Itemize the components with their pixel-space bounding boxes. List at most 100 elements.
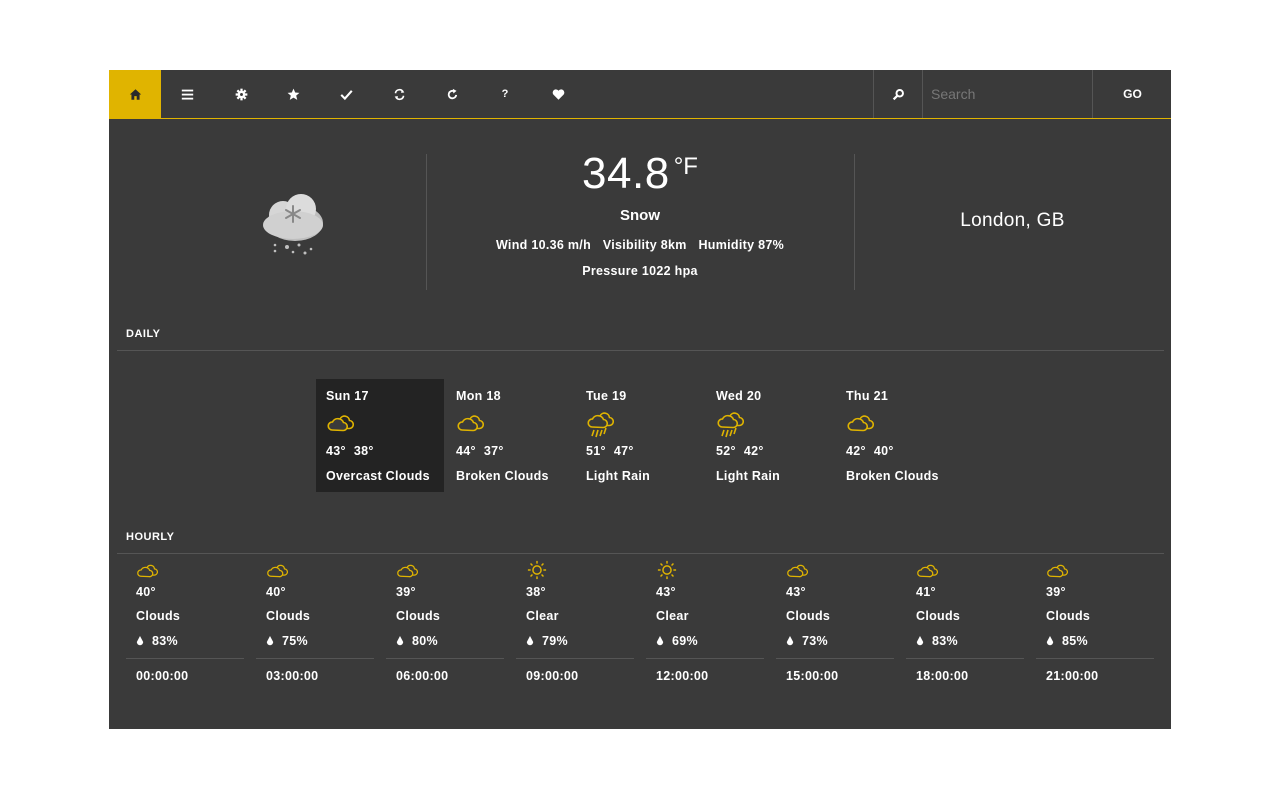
- hour-column: 43° Clear 69% 12:00:00: [646, 560, 764, 683]
- hourly-title: HOURLY: [126, 531, 175, 543]
- nav-refresh-button[interactable]: [373, 70, 425, 118]
- hour-time: 06:00:00: [396, 669, 449, 683]
- day-card[interactable]: Sun 17 43° 38° Overcast Clouds: [316, 379, 444, 492]
- day-high: 42°: [846, 444, 866, 458]
- location: London, GB: [960, 210, 1065, 231]
- day-card[interactable]: Wed 20 52° 42° Light Rain: [706, 379, 834, 492]
- day-low: 42°: [743, 444, 764, 458]
- day-description: Broken Clouds: [456, 469, 549, 483]
- hour-column: 38° Clear 79% 09:00:00: [516, 560, 634, 683]
- hour-time: 12:00:00: [656, 669, 709, 683]
- hour-divider: [256, 658, 374, 659]
- humidity: Humidity 87%: [698, 238, 785, 252]
- sun-icon: [526, 560, 634, 580]
- hour-divider: [776, 658, 894, 659]
- nav-home-button[interactable]: [109, 70, 161, 118]
- hour-temp: 41°: [916, 585, 936, 599]
- hour-temp: 39°: [396, 585, 416, 599]
- nav-favorites-button[interactable]: [267, 70, 319, 118]
- day-high: 44°: [456, 444, 476, 458]
- search-input[interactable]: [922, 70, 1093, 118]
- hour-divider: [646, 658, 764, 659]
- drop-icon: [786, 636, 794, 646]
- go-button[interactable]: GO: [1094, 70, 1171, 118]
- day-description: Light Rain: [716, 469, 781, 483]
- day-description: Light Rain: [586, 469, 651, 483]
- hour-humidity-value: 75%: [282, 634, 308, 648]
- nav-help-button[interactable]: ?: [479, 70, 531, 118]
- hour-time: 09:00:00: [526, 669, 579, 683]
- nav-check-button[interactable]: [320, 70, 372, 118]
- drop-icon: [526, 636, 534, 646]
- clouds-icon: [846, 411, 954, 441]
- drop-icon: [656, 636, 664, 646]
- help-icon: ?: [501, 88, 509, 100]
- star-icon: [287, 88, 299, 100]
- weather-details: Wind 10.36 m/h Visibility 8km Humidity 8…: [427, 238, 853, 252]
- hour-column: 39° Clouds 80% 06:00:00: [386, 560, 504, 683]
- nav-settings-button[interactable]: [215, 70, 267, 118]
- clouds-icon: [786, 560, 894, 580]
- day-name: Thu 21: [846, 389, 889, 403]
- day-high: 51°: [586, 444, 606, 458]
- hour-column: 40° Clouds 83% 00:00:00: [126, 560, 244, 683]
- day-low: 37°: [483, 444, 504, 458]
- nav-heart-button[interactable]: [532, 70, 584, 118]
- hour-description: Clouds: [266, 609, 311, 623]
- hour-time: 03:00:00: [266, 669, 319, 683]
- hour-column: 39° Clouds 85% 21:00:00: [1036, 560, 1154, 683]
- hour-temp: 43°: [786, 585, 806, 599]
- sun-icon: [656, 560, 764, 580]
- home-icon: [129, 88, 141, 100]
- hour-humidity: 80%: [396, 634, 504, 648]
- hour-column: 40° Clouds 75% 03:00:00: [256, 560, 374, 683]
- section-divider: [117, 553, 1164, 554]
- condition: Snow: [620, 207, 660, 224]
- day-name: Tue 19: [586, 389, 627, 403]
- clouds-icon: [266, 560, 374, 580]
- hour-column: 41° Clouds 83% 18:00:00: [906, 560, 1024, 683]
- day-card[interactable]: Tue 19 51° 47° Light Rain: [576, 379, 704, 492]
- hour-humidity: 83%: [916, 634, 1024, 648]
- drop-icon: [266, 636, 274, 646]
- hour-description: Clear: [656, 609, 689, 623]
- drop-icon: [916, 636, 924, 646]
- day-low: 47°: [613, 444, 634, 458]
- visibility: Visibility 8km: [602, 238, 687, 252]
- hour-humidity-value: 80%: [412, 634, 438, 648]
- current-weather: 34.8 °F Snow Wind 10.36 m/h Visibility 8k…: [109, 119, 1171, 319]
- section-divider: [117, 350, 1164, 351]
- hour-temp: 43°: [656, 585, 676, 599]
- day-temps: 51° 47°: [586, 444, 694, 458]
- hour-humidity: 75%: [266, 634, 374, 648]
- day-card[interactable]: Thu 21 42° 40° Broken Clouds: [836, 379, 964, 492]
- hour-humidity-value: 79%: [542, 634, 568, 648]
- hour-divider: [126, 658, 244, 659]
- day-description: Broken Clouds: [846, 469, 939, 483]
- wind: Wind 10.36 m/h: [495, 238, 592, 252]
- hour-divider: [1036, 658, 1154, 659]
- nav-reload-button[interactable]: [426, 70, 478, 118]
- day-temps: 44° 37°: [456, 444, 564, 458]
- temperature-value: 34.8: [582, 149, 670, 198]
- hour-divider: [516, 658, 634, 659]
- hour-column: 43° Clouds 73% 15:00:00: [776, 560, 894, 683]
- day-card[interactable]: Mon 18 44° 37° Broken Clouds: [446, 379, 574, 492]
- hour-time: 00:00:00: [136, 669, 189, 683]
- hour-time: 21:00:00: [1046, 669, 1099, 683]
- clouds-icon: [916, 560, 1024, 580]
- hour-temp: 40°: [266, 585, 286, 599]
- nav-menu-button[interactable]: [161, 70, 213, 118]
- search-button[interactable]: [873, 70, 923, 118]
- night-snow-icon: [263, 179, 331, 255]
- drop-icon: [396, 636, 404, 646]
- temperature-unit: °F: [673, 153, 698, 180]
- gear-icon: [235, 88, 247, 100]
- drop-icon: [1046, 636, 1054, 646]
- hour-humidity: 85%: [1046, 634, 1154, 648]
- current-summary: 34.8 °F Snow Wind 10.36 m/h Visibility 8k…: [427, 149, 853, 278]
- day-low: 40°: [873, 444, 894, 458]
- clouds-icon: [396, 560, 504, 580]
- day-temps: 52° 42°: [716, 444, 824, 458]
- hour-description: Clouds: [136, 609, 181, 623]
